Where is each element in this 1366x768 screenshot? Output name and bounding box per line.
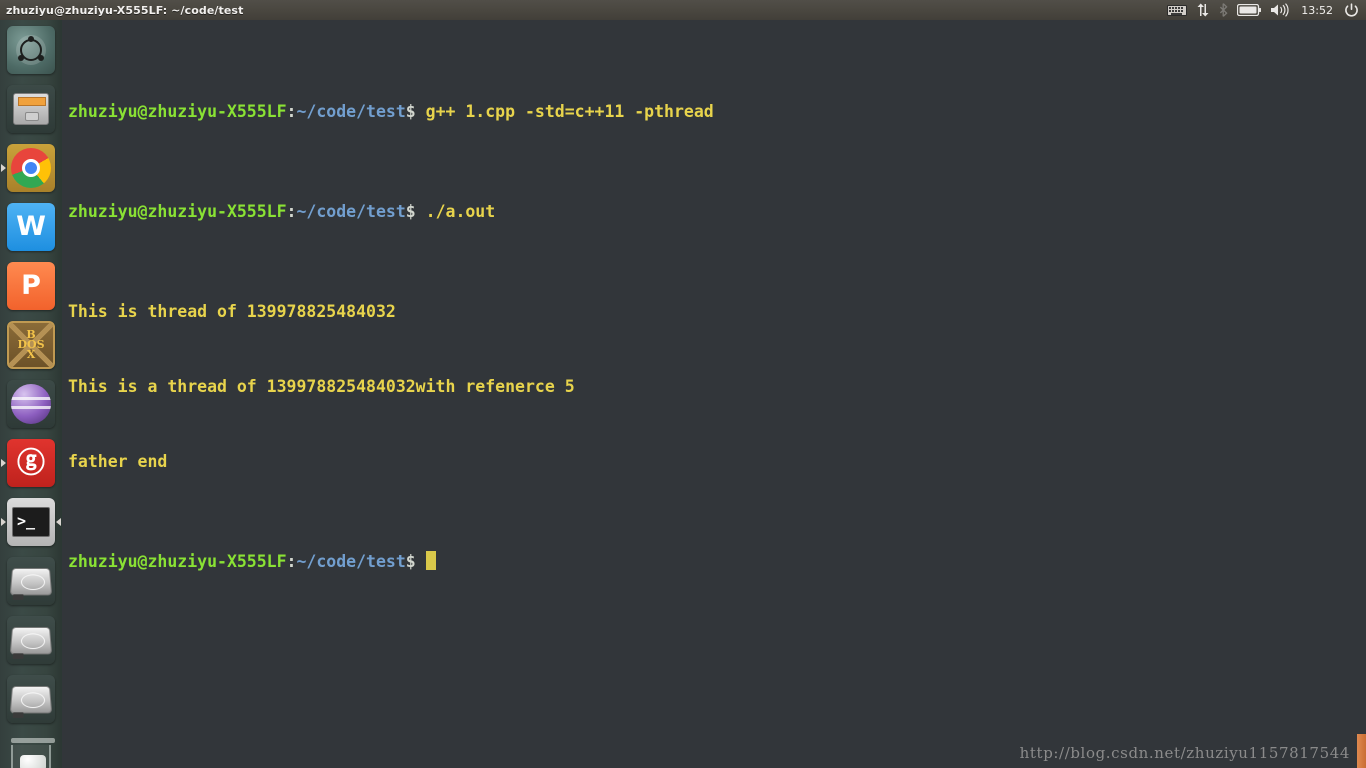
- wps-writer-icon: W: [7, 202, 55, 251]
- eclipse-icon: [7, 379, 55, 428]
- running-indicator-icon: [1, 458, 6, 467]
- top-panel: zhuziyu@zhuziyu-X555LF: ~/code/test 13:5…: [0, 0, 1366, 20]
- battery-icon[interactable]: [1237, 0, 1262, 20]
- launcher-item-wps-presentation[interactable]: P: [0, 256, 62, 315]
- drive-icon: [7, 556, 55, 605]
- terminal-line: zhuziyu@zhuziyu-X555LF:~/code/test$ g++ …: [68, 99, 1366, 124]
- launcher-item-files[interactable]: [0, 79, 62, 138]
- terminal-output-area[interactable]: zhuziyu@zhuziyu-X555LF:~/code/test$ g++ …: [62, 20, 1366, 649]
- wps-writer-glyph: W: [16, 211, 46, 242]
- prompt-path: ~/code/test: [296, 102, 406, 121]
- terminal-window[interactable]: zhuziyu@zhuziyu-X555LF:~/code/test$ g++ …: [62, 20, 1366, 768]
- keyboard-indicator-icon[interactable]: [1167, 0, 1188, 20]
- drive-icon: [7, 674, 55, 723]
- prompt-user-host: zhuziyu@zhuziyu-X555LF: [68, 552, 287, 571]
- launcher-item-dosbox[interactable]: B DOS X: [0, 315, 62, 374]
- prompt-path: ~/code/test: [296, 202, 406, 221]
- clock[interactable]: 13:52: [1299, 4, 1335, 17]
- prompt-colon: :: [286, 552, 297, 571]
- unity-launcher: W P B DOS X ⓖ >_: [0, 20, 62, 768]
- launcher-item-trash[interactable]: [0, 728, 62, 768]
- netease-glyph: ⓖ: [16, 445, 45, 479]
- launcher-item-dash[interactable]: [0, 20, 62, 79]
- system-tray: 13:52: [1167, 0, 1366, 20]
- network-icon[interactable]: [1196, 0, 1210, 20]
- terminal-line: zhuziyu@zhuziyu-X555LF:~/code/test$: [68, 549, 1366, 574]
- terminal-command: [416, 552, 426, 571]
- launcher-item-netease-music[interactable]: ⓖ: [0, 433, 62, 492]
- terminal-output-line: This is a thread of 139978825484032with …: [68, 377, 575, 396]
- dosbox-glyph-bottom: X: [26, 347, 36, 361]
- prompt-dollar: $: [405, 202, 416, 221]
- running-indicator-icon: [1, 163, 6, 172]
- terminal-cursor: [425, 551, 436, 570]
- desktop-screen: zhuziyu@zhuziyu-X555LF: ~/code/test 13:5…: [0, 0, 1366, 768]
- bluetooth-icon[interactable]: [1219, 0, 1228, 20]
- prompt-colon: :: [286, 102, 297, 121]
- trash-icon: [7, 734, 55, 768]
- prompt-colon: :: [286, 202, 297, 221]
- launcher-item-drive-1[interactable]: [0, 551, 62, 610]
- prompt-dollar: $: [405, 552, 416, 571]
- prompt-user-host: zhuziyu@zhuziyu-X555LF: [68, 102, 287, 121]
- wps-presentation-glyph: P: [21, 270, 41, 301]
- terminal-icon: >_: [7, 497, 55, 546]
- prompt-dollar: $: [405, 102, 416, 121]
- netease-music-icon: ⓖ: [7, 438, 55, 487]
- prompt-user-host: zhuziyu@zhuziyu-X555LF: [68, 202, 287, 221]
- chrome-icon: [7, 143, 55, 192]
- terminal-output-line: father end: [68, 452, 168, 471]
- terminal-command: ./a.out: [415, 202, 496, 221]
- running-indicator-icon: [1, 517, 6, 526]
- focused-indicator-icon: [56, 517, 61, 526]
- wps-presentation-icon: P: [7, 261, 55, 310]
- dosbox-icon: B DOS X: [7, 320, 55, 369]
- terminal-line: zhuziyu@zhuziyu-X555LF:~/code/test$ ./a.…: [68, 199, 1366, 224]
- prompt-path: ~/code/test: [296, 552, 406, 571]
- files-icon: [7, 84, 55, 133]
- terminal-glyph: >_: [17, 512, 36, 530]
- launcher-item-wps-writer[interactable]: W: [0, 197, 62, 256]
- system-menu-icon[interactable]: [1344, 0, 1359, 20]
- window-title: zhuziyu@zhuziyu-X555LF: ~/code/test: [6, 3, 244, 17]
- launcher-item-drive-3[interactable]: [0, 669, 62, 728]
- terminal-scrollbar-grip[interactable]: [1357, 734, 1366, 768]
- watermark-url: http://blog.csdn.net/zhuziyu1157817544: [1019, 744, 1350, 762]
- terminal-command: g++ 1.cpp -std=c++11 -pthread: [415, 102, 714, 121]
- launcher-item-terminal[interactable]: >_: [0, 492, 62, 551]
- ubuntu-dash-icon: [7, 25, 55, 74]
- launcher-item-eclipse[interactable]: [0, 374, 62, 433]
- terminal-output-line: This is thread of 139978825484032: [68, 302, 396, 321]
- launcher-item-chrome[interactable]: [0, 138, 62, 197]
- drive-icon: [7, 615, 55, 664]
- volume-icon[interactable]: [1270, 0, 1290, 20]
- launcher-item-drive-2[interactable]: [0, 610, 62, 669]
